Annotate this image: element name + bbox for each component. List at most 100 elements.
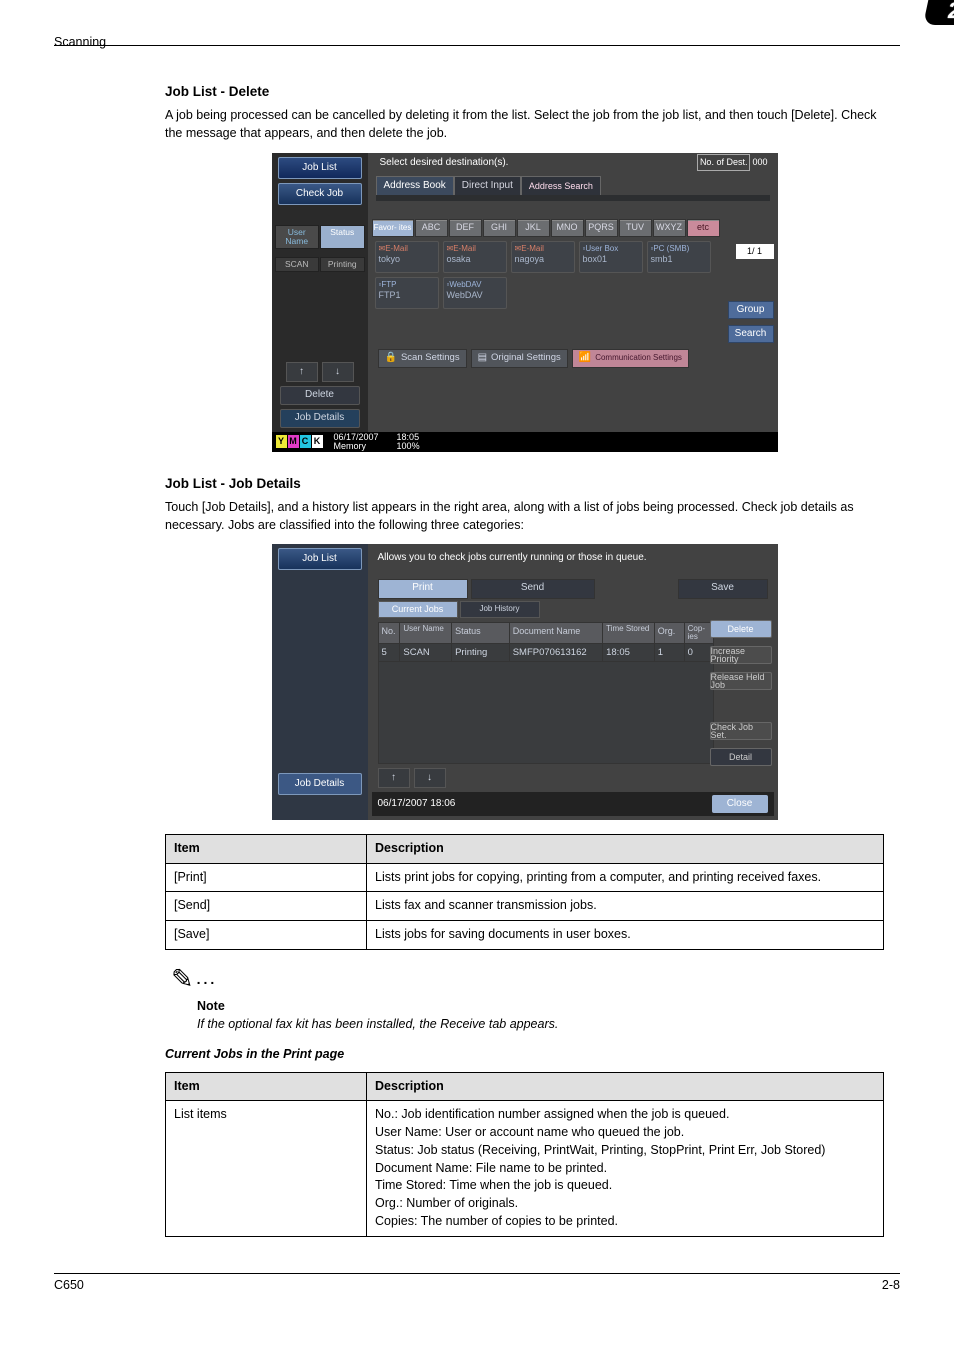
status-mem: 100%	[397, 442, 420, 451]
subtab-current-jobs[interactable]: Current Jobs	[378, 601, 458, 618]
heading-joblist-details: Job List - Job Details	[165, 474, 884, 493]
group-button[interactable]: Group	[728, 301, 774, 319]
cell-item: [Save]	[166, 921, 367, 950]
jobtype-table: Item Description [Print]Lists print jobs…	[165, 834, 884, 950]
pencil-icon: ✎	[171, 960, 194, 998]
cell-item: [Print]	[166, 863, 367, 892]
dest-ftp1[interactable]: ▫FTPFTP1	[375, 277, 439, 309]
top-message2: Allows you to check jobs currently runni…	[372, 546, 774, 570]
status-row-status: Printing	[320, 257, 365, 272]
status-date-time2: 06/17/2007 18:06	[378, 797, 456, 811]
comm-icon: 📶	[579, 354, 591, 362]
lock-icon: 🔒	[385, 351, 397, 365]
filter-mno[interactable]: MNO	[551, 219, 584, 237]
th-description2: Description	[367, 1072, 884, 1101]
cell-description: No.: Job identification number assigned …	[367, 1101, 884, 1236]
cell-description: Lists print jobs for copying, printing f…	[367, 863, 884, 892]
th-docname: Document Name	[510, 623, 603, 643]
filter-def[interactable]: DEF	[449, 219, 482, 237]
status-row-name: SCAN	[275, 257, 320, 272]
dest-smb1[interactable]: ▫PC (SMB)smb1	[647, 241, 711, 273]
screenshot-job-details: Job List Job Details Allows you to check…	[272, 544, 778, 820]
toner-y-icon: Y	[276, 435, 287, 448]
close-button[interactable]: Close	[712, 795, 768, 813]
pager: 1/ 1	[736, 244, 774, 259]
cell-description: Lists fax and scanner transmission jobs.	[367, 892, 884, 921]
communication-settings-button[interactable]: 📶Communication Settings	[572, 349, 689, 368]
tab-save[interactable]: Save	[678, 579, 768, 599]
cell-item: [Send]	[166, 892, 367, 921]
delete-button[interactable]: Delete	[280, 386, 360, 405]
dest-tokyo[interactable]: ✉E-Mailtokyo	[375, 241, 439, 273]
increase-priority-button[interactable]: Increase Priority	[710, 646, 772, 664]
page-icon: ▤	[478, 351, 487, 365]
tab-direct-input[interactable]: Direct Input	[454, 176, 521, 195]
table-row[interactable]: 5 SCAN Printing SMFP070613162 18:05 1 0	[378, 644, 714, 662]
release-held-job-button[interactable]: Release Held Job	[710, 672, 772, 690]
dots-icon: ...	[197, 971, 218, 987]
detail-button[interactable]: Detail	[710, 748, 772, 766]
th-item: Item	[166, 834, 367, 863]
filter-wxyz[interactable]: WXYZ	[653, 219, 686, 237]
sidebar-tab-joblist2[interactable]: Job List	[278, 548, 362, 570]
cell-description: Lists jobs for saving documents in user …	[367, 921, 884, 950]
footer-left: C650	[54, 1278, 84, 1292]
th-org: Org.	[655, 623, 685, 643]
filter-jkl[interactable]: JKL	[517, 219, 550, 237]
counter-label: No. of Dest.	[697, 154, 751, 171]
tab-address-search[interactable]: Address Search	[521, 176, 601, 195]
sidebar-tab-joblist[interactable]: Job List	[278, 157, 362, 179]
para-joblist-delete: A job being processed can be cancelled b…	[165, 107, 884, 143]
original-settings-button[interactable]: ▤Original Settings	[471, 349, 568, 368]
heading-joblist-delete: Job List - Delete	[165, 82, 884, 101]
search-button[interactable]: Search	[728, 325, 774, 343]
subtab-job-history[interactable]: Job History	[460, 601, 540, 618]
th-description: Description	[367, 834, 884, 863]
th-copies: Cop- ies	[685, 623, 713, 643]
job-details-button[interactable]: Job Details	[280, 409, 360, 428]
arrow-up-icon: ↑	[299, 365, 304, 379]
filter-pqrs[interactable]: PQRS	[585, 219, 618, 237]
toner-c-icon: C	[300, 435, 311, 448]
arrow-down-icon: ↓	[335, 365, 340, 379]
col-username: User Name	[275, 225, 320, 249]
cell-item: List items	[166, 1101, 367, 1236]
scroll-up-button2[interactable]: ↑	[378, 768, 410, 788]
toner-m-icon: M	[288, 435, 299, 448]
filter-favorites[interactable]: Favor- ites	[372, 219, 414, 237]
filter-tuv[interactable]: TUV	[619, 219, 652, 237]
delete-button2[interactable]: Delete	[710, 620, 772, 638]
dest-box01[interactable]: ▫User Boxbox01	[579, 241, 643, 273]
status-memlabel: Memory	[334, 442, 379, 451]
dest-webdav[interactable]: ▫WebDAVWebDAV	[443, 277, 507, 309]
scroll-down-button[interactable]: ↓	[322, 362, 354, 382]
heading-current-jobs: Current Jobs in the Print page	[165, 1046, 884, 1064]
printjob-items-table: Item Description List itemsNo.: Job iden…	[165, 1072, 884, 1237]
th-time: Time Stored	[603, 623, 655, 643]
scan-settings-button[interactable]: 🔒Scan Settings	[378, 349, 467, 368]
toner-k-icon: K	[312, 435, 323, 448]
para-joblist-details: Touch [Job Details], and a history list …	[165, 499, 884, 535]
tab-address-book[interactable]: Address Book	[376, 176, 454, 195]
th-no: No.	[379, 623, 401, 643]
tab-send[interactable]: Send	[471, 579, 595, 599]
counter-value: 000	[752, 156, 767, 169]
sidebar-tab-jobdetails[interactable]: Job Details	[278, 773, 362, 795]
th-status: Status	[452, 623, 510, 643]
check-job-set-button[interactable]: Check Job Set.	[710, 722, 772, 740]
note-label: Note	[197, 998, 884, 1016]
dest-nagoya[interactable]: ✉E-Mailnagoya	[511, 241, 575, 273]
screenshot-joblist-delete: Job List Check Job Select desired destin…	[272, 153, 778, 452]
dest-osaka[interactable]: ✉E-Mailosaka	[443, 241, 507, 273]
scroll-up-button[interactable]: ↑	[286, 362, 318, 382]
filter-ghi[interactable]: GHI	[483, 219, 516, 237]
col-status: Status	[320, 225, 365, 249]
scroll-down-button2[interactable]: ↓	[414, 768, 446, 788]
tab-print[interactable]: Print	[378, 579, 468, 599]
note-text: If the optional fax kit has been install…	[197, 1016, 884, 1034]
filter-etc[interactable]: etc	[687, 219, 720, 237]
filter-abc[interactable]: ABC	[415, 219, 448, 237]
top-message: Select desired destination(s).	[380, 156, 509, 170]
header-section: Scanning	[54, 35, 106, 49]
sidebar-tab-checkjob[interactable]: Check Job	[278, 183, 362, 205]
